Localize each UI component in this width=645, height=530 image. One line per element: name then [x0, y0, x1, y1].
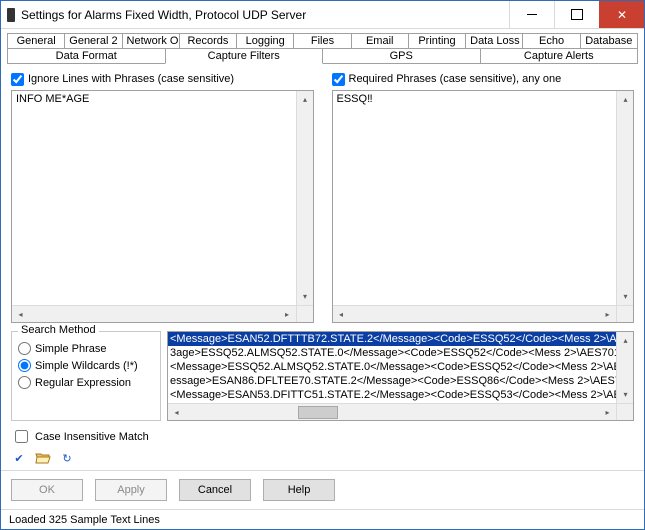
scroll-right-icon[interactable]: ▸ — [599, 306, 616, 323]
status-bar: Loaded 325 Sample Text Lines — [1, 509, 644, 529]
tab-files[interactable]: Files — [293, 33, 351, 48]
search-method-legend: Search Method — [18, 324, 99, 336]
radio-simple[interactable]: Simple Phrase — [18, 340, 154, 357]
ignore-checkbox[interactable] — [11, 73, 24, 86]
scroll-up-icon[interactable]: ▴ — [297, 91, 314, 108]
scrollbar-horizontal[interactable]: ◂ ▸ — [333, 305, 617, 322]
ignore-label: Ignore Lines with Phrases (case sensitiv… — [28, 73, 234, 85]
scroll-corner — [616, 305, 633, 322]
radio-input-simple[interactable] — [18, 342, 31, 355]
scroll-down-icon[interactable]: ▾ — [297, 288, 314, 305]
case-insensitive-row[interactable]: Case Insensitive Match — [11, 427, 634, 446]
tab-capture-alerts[interactable]: Capture Alerts — [480, 48, 639, 64]
tab-data-format[interactable]: Data Format — [7, 48, 166, 64]
ignore-pane: Ignore Lines with Phrases (case sensitiv… — [11, 70, 314, 323]
check-icon[interactable]: ✔ — [11, 450, 27, 466]
scroll-down-icon[interactable]: ▾ — [617, 288, 634, 305]
radio-regex[interactable]: Regular Expression — [18, 374, 154, 391]
required-textbox[interactable]: ESSQ‼ ▴ ▾ ◂ ▸ — [332, 90, 635, 323]
scrollbar-vertical[interactable]: ▴ ▾ — [616, 332, 633, 403]
ignore-checkbox-row[interactable]: Ignore Lines with Phrases (case sensitiv… — [11, 70, 314, 88]
tab-logging[interactable]: Logging — [236, 33, 294, 48]
required-checkbox-row[interactable]: Required Phrases (case sensitive), any o… — [332, 70, 635, 88]
case-insensitive-label: Case Insensitive Match — [35, 431, 149, 443]
app-icon — [7, 8, 15, 22]
sample-preview[interactable]: <Message>ESAN52.DFTTTB72.STATE.2</Messag… — [167, 331, 634, 421]
scroll-left-icon[interactable]: ◂ — [333, 306, 350, 323]
sample-line[interactable]: <Message>ESSQ52.ALMSQ52.STATE.0</Message… — [170, 360, 616, 374]
tab-echo[interactable]: Echo — [522, 33, 580, 48]
minimize-button[interactable] — [509, 1, 554, 28]
tab-content: Ignore Lines with Phrases (case sensitiv… — [1, 64, 644, 470]
required-text: ESSQ‼ — [337, 93, 614, 302]
scroll-up-icon[interactable]: ▴ — [617, 91, 634, 108]
radio-label: Simple Phrase — [35, 343, 107, 355]
scrollbar-vertical[interactable]: ▴ ▾ — [296, 91, 313, 305]
radio-label: Simple Wildcards (!*) — [35, 360, 138, 372]
tab-data-loss[interactable]: Data Loss — [465, 33, 523, 48]
close-button[interactable] — [599, 1, 644, 28]
maximize-button[interactable] — [554, 1, 599, 28]
tab-database[interactable]: Database — [580, 33, 638, 48]
window-buttons — [509, 1, 644, 28]
sample-line[interactable]: 3age>ESSQ52.ALMSQ52.STATE.0</Message><Co… — [170, 346, 616, 360]
scrollbar-horizontal[interactable]: ◂ ▸ — [168, 403, 616, 420]
scroll-right-icon[interactable]: ▸ — [279, 306, 296, 323]
window-title: Settings for Alarms Fixed Width, Protoco… — [21, 8, 509, 22]
ok-button[interactable]: OK — [11, 479, 83, 501]
scrollbar-horizontal[interactable]: ◂ ▸ — [12, 305, 296, 322]
cancel-button[interactable]: Cancel — [179, 479, 251, 501]
sample-line[interactable]: <Message>ESAN53.DFITTC51.STATE.2</Messag… — [170, 388, 616, 402]
required-pane: Required Phrases (case sensitive), any o… — [332, 70, 635, 323]
tab-gps[interactable]: GPS — [322, 48, 481, 64]
scrollbar-vertical[interactable]: ▴ ▾ — [616, 91, 633, 305]
case-insensitive-checkbox[interactable] — [15, 430, 28, 443]
titlebar: Settings for Alarms Fixed Width, Protoco… — [1, 1, 644, 29]
radio-input-wild[interactable] — [18, 359, 31, 372]
scroll-corner — [296, 305, 313, 322]
radio-wild[interactable]: Simple Wildcards (!*) — [18, 357, 154, 374]
sample-line[interactable]: essage>ESAN86.DFLTEE70.STATE.2</Message>… — [170, 374, 616, 388]
tab-capture-filters[interactable]: Capture Filters — [165, 48, 324, 64]
scroll-thumb[interactable] — [298, 406, 338, 419]
tabs: GeneralGeneral 2Network OptionsRecordsLo… — [1, 29, 644, 64]
tab-general-2[interactable]: General 2 — [64, 33, 122, 48]
ignore-text: INFO ME*AGE — [16, 93, 293, 302]
scroll-corner — [616, 403, 633, 420]
tab-email[interactable]: Email — [351, 33, 409, 48]
scroll-up-icon[interactable]: ▴ — [617, 332, 634, 349]
search-method-group: Search Method Simple PhraseSimple Wildca… — [11, 331, 161, 421]
scroll-right-icon[interactable]: ▸ — [599, 404, 616, 421]
tab-printing[interactable]: Printing — [408, 33, 466, 48]
radio-label: Regular Expression — [35, 377, 131, 389]
sample-line[interactable]: <Message>ESAN52.DFTTTB72.STATE.2</Messag… — [170, 332, 616, 346]
help-button[interactable]: Help — [263, 479, 335, 501]
scroll-down-icon[interactable]: ▾ — [617, 386, 634, 403]
radio-input-regex[interactable] — [18, 376, 31, 389]
sample-lines: <Message>ESAN52.DFTTTB72.STATE.2</Messag… — [170, 332, 616, 403]
tab-records[interactable]: Records — [179, 33, 237, 48]
scroll-left-icon[interactable]: ◂ — [12, 306, 29, 323]
scroll-left-icon[interactable]: ◂ — [168, 404, 185, 421]
settings-window: Settings for Alarms Fixed Width, Protoco… — [0, 0, 645, 530]
button-row: OK Apply Cancel Help — [1, 470, 644, 509]
ignore-textbox[interactable]: INFO ME*AGE ▴ ▾ ◂ ▸ — [11, 90, 314, 323]
tab-network-options[interactable]: Network Options — [122, 33, 180, 48]
required-checkbox[interactable] — [332, 73, 345, 86]
apply-button[interactable]: Apply — [95, 479, 167, 501]
required-label: Required Phrases (case sensitive), any o… — [349, 73, 562, 85]
folder-open-icon[interactable] — [35, 450, 51, 466]
tab-general[interactable]: General — [7, 33, 65, 48]
toolbar-icons: ✔ ↻ — [11, 450, 634, 466]
refresh-icon[interactable]: ↻ — [59, 450, 75, 466]
status-text: Loaded 325 Sample Text Lines — [9, 514, 160, 526]
